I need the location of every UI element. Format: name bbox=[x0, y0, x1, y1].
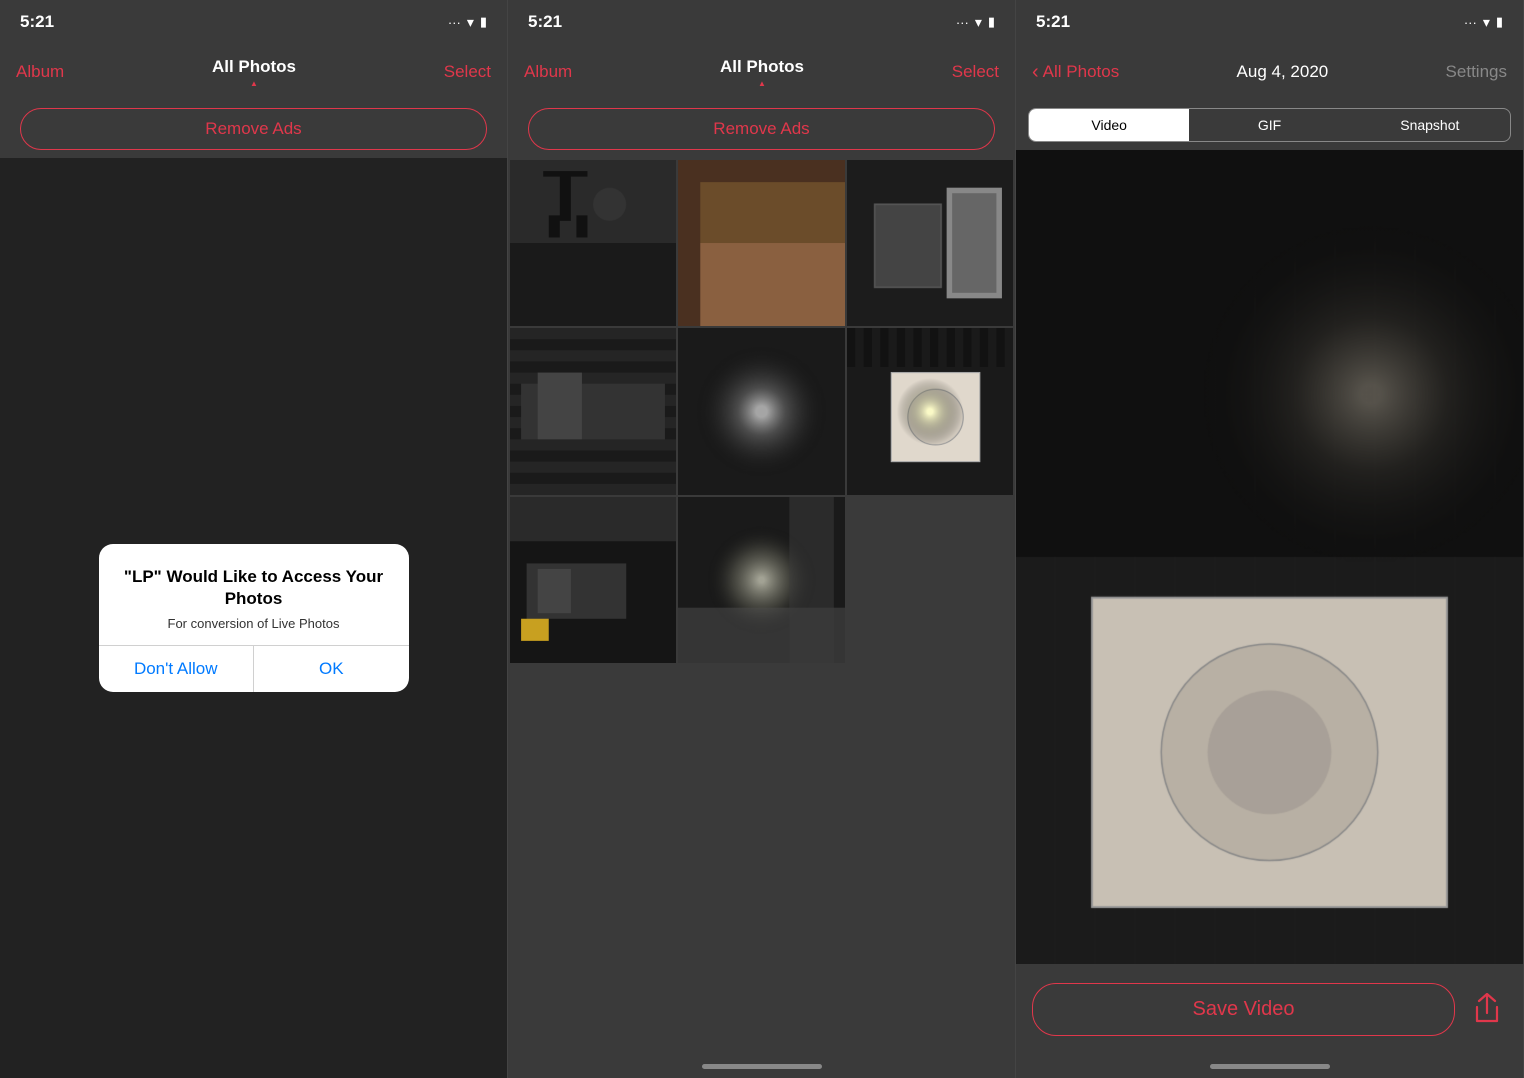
save-video-button[interactable]: Save Video bbox=[1032, 983, 1455, 1036]
dialog-message: For conversion of Live Photos bbox=[119, 616, 389, 631]
photo-preview bbox=[1016, 150, 1523, 964]
nav-bar-2: Album All Photos ▲ Select bbox=[508, 44, 1015, 100]
nav-back-label: All Photos bbox=[1043, 62, 1120, 82]
photo-canvas-6 bbox=[847, 328, 1013, 494]
photo-cell-3[interactable] bbox=[847, 160, 1013, 326]
segment-gif[interactable]: GIF bbox=[1189, 109, 1349, 141]
photo-cell-5[interactable] bbox=[678, 328, 844, 494]
nav-bar-3: ‹ All Photos Aug 4, 2020 Settings bbox=[1016, 44, 1523, 100]
photo-canvas-2 bbox=[678, 160, 844, 326]
photo-cell-8[interactable] bbox=[678, 497, 844, 663]
dialog-buttons: Don't Allow OK bbox=[99, 645, 409, 692]
battery-icon-3: ▮ bbox=[1496, 14, 1503, 30]
status-icons-3: ··· ▾ ▮ bbox=[1464, 14, 1503, 31]
wifi-icon-3: ▾ bbox=[1483, 14, 1490, 31]
home-bar-3 bbox=[1210, 1064, 1330, 1069]
dont-allow-button[interactable]: Don't Allow bbox=[99, 646, 255, 692]
nav-album-1[interactable]: Album bbox=[16, 62, 64, 82]
signal-icon-3: ··· bbox=[1464, 15, 1477, 30]
nav-back-button[interactable]: ‹ All Photos bbox=[1032, 61, 1119, 84]
photo-cell-2[interactable] bbox=[678, 160, 844, 326]
photo-cell-6[interactable] bbox=[847, 328, 1013, 494]
dialog-title: "LP" Would Like to Access Your Photos bbox=[119, 566, 389, 610]
nav-title-arrow-1: ▲ bbox=[250, 79, 258, 88]
home-bar-2 bbox=[702, 1064, 822, 1069]
status-bar-2: 5:21 ··· ▾ ▮ bbox=[508, 0, 1015, 44]
status-icons-1: ··· ▾ ▮ bbox=[448, 14, 487, 31]
status-time-1: 5:21 bbox=[20, 12, 54, 32]
photo-cell-1[interactable] bbox=[510, 160, 676, 326]
segment-control: Video GIF Snapshot bbox=[1028, 108, 1511, 142]
nav-album-2[interactable]: Album bbox=[524, 62, 572, 82]
bottom-bar: Save Video bbox=[1016, 964, 1523, 1054]
panel-1: 5:21 ··· ▾ ▮ Album All Photos ▲ Select R… bbox=[0, 0, 508, 1078]
wifi-icon-1: ▾ bbox=[467, 14, 474, 31]
signal-icon-1: ··· bbox=[448, 15, 461, 30]
panel-content-2 bbox=[508, 158, 1015, 1054]
photo-canvas-8 bbox=[678, 497, 844, 663]
battery-icon-2: ▮ bbox=[988, 14, 995, 30]
nav-title-1: All Photos ▲ bbox=[212, 57, 296, 88]
status-time-2: 5:21 bbox=[528, 12, 562, 32]
photo-canvas-5 bbox=[678, 328, 844, 494]
home-indicator-3 bbox=[1016, 1054, 1523, 1078]
segment-video[interactable]: Video bbox=[1029, 109, 1189, 141]
battery-icon-1: ▮ bbox=[480, 14, 487, 30]
photo-canvas-1 bbox=[510, 160, 676, 326]
photo-canvas-4 bbox=[510, 328, 676, 494]
dialog: "LP" Would Like to Access Your Photos Fo… bbox=[99, 544, 409, 692]
photo-cell-7[interactable] bbox=[510, 497, 676, 663]
share-icon[interactable] bbox=[1467, 989, 1507, 1029]
nav-select-2[interactable]: Select bbox=[952, 62, 999, 82]
back-chevron-icon: ‹ bbox=[1032, 61, 1039, 84]
ok-button[interactable]: OK bbox=[254, 646, 409, 692]
signal-icon-2: ··· bbox=[956, 15, 969, 30]
preview-canvas bbox=[1016, 150, 1523, 964]
nav-bar-1: Album All Photos ▲ Select bbox=[0, 44, 507, 100]
nav-title-2: All Photos ▲ bbox=[720, 57, 804, 88]
photo-cell-9 bbox=[847, 497, 1013, 663]
remove-ads-btn-1[interactable]: Remove Ads bbox=[20, 108, 487, 150]
nav-title-arrow-2: ▲ bbox=[758, 79, 766, 88]
panel-content-1: "LP" Would Like to Access Your Photos Fo… bbox=[0, 158, 507, 1078]
remove-ads-btn-2[interactable]: Remove Ads bbox=[528, 108, 995, 150]
status-bar-3: 5:21 ··· ▾ ▮ bbox=[1016, 0, 1523, 44]
status-bar-1: 5:21 ··· ▾ ▮ bbox=[0, 0, 507, 44]
nav-settings[interactable]: Settings bbox=[1446, 62, 1507, 82]
dialog-overlay: "LP" Would Like to Access Your Photos Fo… bbox=[0, 158, 507, 1078]
photo-grid bbox=[508, 158, 1015, 665]
home-indicator-2 bbox=[508, 1054, 1015, 1078]
status-icons-2: ··· ▾ ▮ bbox=[956, 14, 995, 31]
nav-select-1[interactable]: Select bbox=[444, 62, 491, 82]
photo-canvas-7 bbox=[510, 497, 676, 663]
panel-2: 5:21 ··· ▾ ▮ Album All Photos ▲ Select R… bbox=[508, 0, 1016, 1078]
status-time-3: 5:21 bbox=[1036, 12, 1070, 32]
photo-canvas-3 bbox=[847, 160, 1013, 326]
segment-snapshot[interactable]: Snapshot bbox=[1350, 109, 1510, 141]
photo-cell-4[interactable] bbox=[510, 328, 676, 494]
panel-3: 5:21 ··· ▾ ▮ ‹ All Photos Aug 4, 2020 Se… bbox=[1016, 0, 1524, 1078]
wifi-icon-2: ▾ bbox=[975, 14, 982, 31]
nav-date: Aug 4, 2020 bbox=[1237, 62, 1329, 82]
dialog-body: "LP" Would Like to Access Your Photos Fo… bbox=[99, 544, 409, 645]
